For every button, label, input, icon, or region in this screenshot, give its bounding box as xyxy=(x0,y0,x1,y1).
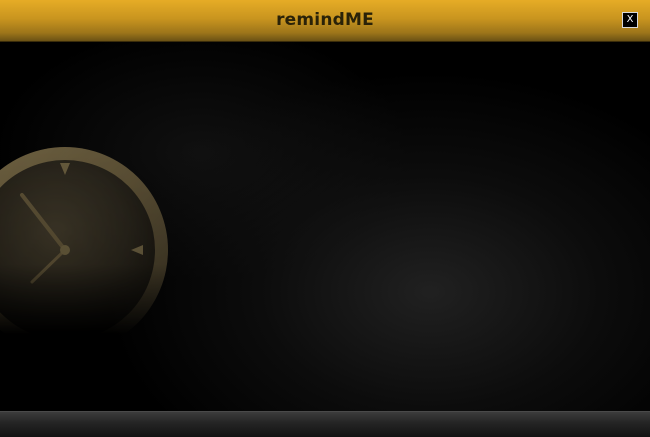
title-bar[interactable]: remindME X xyxy=(0,0,650,42)
main-area xyxy=(0,42,650,411)
footer-bar xyxy=(0,411,650,437)
app-window: remindME X xyxy=(0,0,650,437)
app-title: remindME xyxy=(276,10,374,30)
close-button[interactable]: X xyxy=(622,12,638,28)
clock-icon xyxy=(0,147,168,335)
